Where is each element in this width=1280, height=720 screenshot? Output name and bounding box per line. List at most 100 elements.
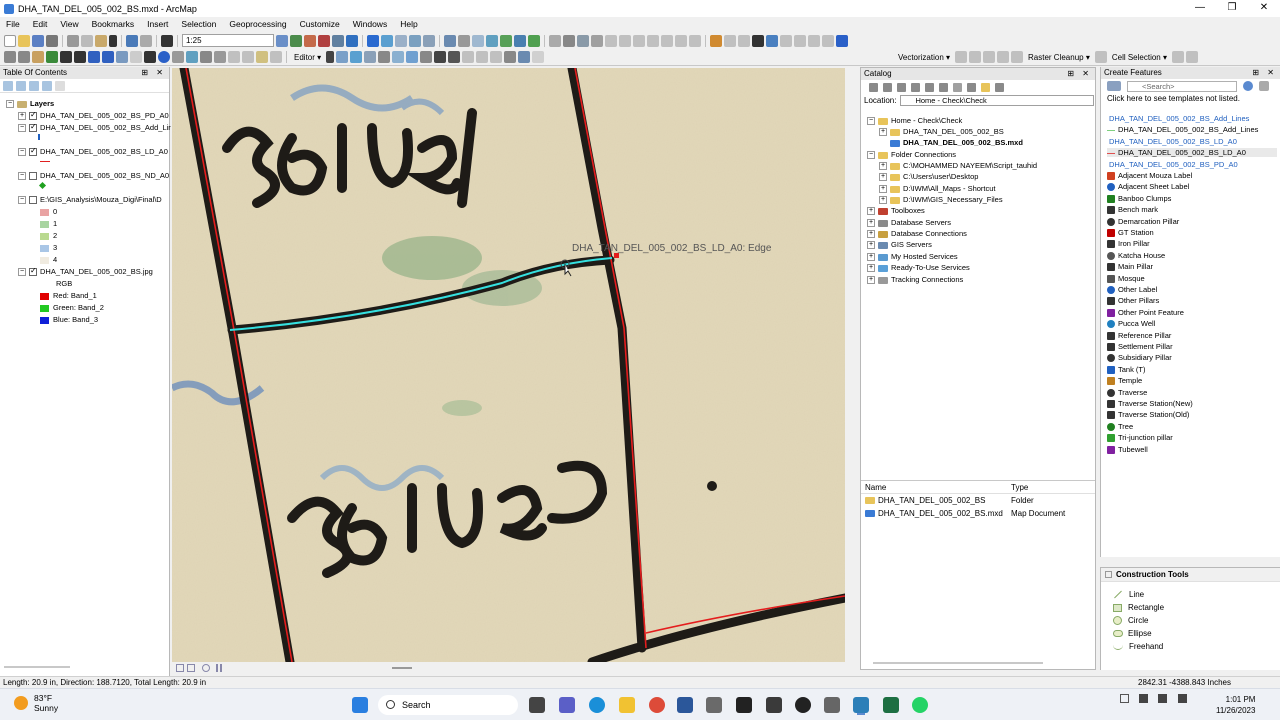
- template-item[interactable]: Tree: [1107, 422, 1133, 431]
- template-item[interactable]: Other Label: [1107, 285, 1157, 295]
- edge-icon[interactable]: [589, 697, 605, 713]
- layer-visibility-checkbox[interactable]: [29, 146, 37, 157]
- list-item[interactable]: DHA_TAN_DEL_005_002_BS Folder: [861, 494, 1095, 507]
- zoom-whole-page-icon[interactable]: [724, 34, 736, 47]
- fixed-zoom-in-icon[interactable]: [60, 51, 72, 63]
- buffer-icon[interactable]: [647, 34, 659, 47]
- tool-line[interactable]: Line: [1113, 590, 1144, 599]
- cell-selection-menu[interactable]: Cell Selection ▾: [1109, 53, 1170, 62]
- generate-features-icon[interactable]: [969, 51, 982, 63]
- vertex-icon[interactable]: [395, 34, 407, 47]
- close-button[interactable]: ✕: [1248, 0, 1280, 17]
- template-item[interactable]: Banboo Clumps: [1107, 194, 1171, 203]
- layer-visibility-checkbox[interactable]: [29, 122, 37, 133]
- menu-insert[interactable]: Insert: [147, 19, 168, 29]
- identify-icon[interactable]: [158, 51, 170, 63]
- tree-item-conn-3[interactable]: + D:\IWM\All_Maps - Shortcut: [879, 184, 996, 194]
- app-icon-3[interactable]: [824, 697, 840, 713]
- fixed-zoom-out-icon[interactable]: [74, 51, 86, 63]
- topology-icon[interactable]: [444, 34, 456, 47]
- undo-icon[interactable]: [126, 34, 138, 47]
- template-options-icon[interactable]: [1259, 81, 1269, 91]
- template-item[interactable]: Bench mark: [1107, 205, 1158, 215]
- template-item[interactable]: Subsidiary Pillar: [1107, 353, 1172, 363]
- network-icon[interactable]: [500, 34, 512, 47]
- export-map-icon[interactable]: [808, 34, 820, 47]
- layer-visibility-checkbox[interactable]: [29, 110, 37, 121]
- whatsapp-icon[interactable]: [912, 697, 928, 713]
- toc-scrollbar[interactable]: [4, 666, 70, 668]
- toc-window-icon[interactable]: [290, 34, 302, 47]
- template-item[interactable]: Adjacent Sheet Label: [1107, 182, 1189, 192]
- menu-selection[interactable]: Selection: [181, 19, 216, 29]
- minimize-button[interactable]: —: [1184, 0, 1216, 17]
- new-folder-icon[interactable]: [967, 82, 976, 92]
- tool-ellipse[interactable]: Ellipse: [1113, 629, 1152, 638]
- app-icon-1[interactable]: [736, 697, 752, 713]
- teams-icon[interactable]: [559, 697, 575, 713]
- raster-snapping-icon[interactable]: [1011, 51, 1024, 63]
- connect-folder-icon[interactable]: [925, 82, 934, 92]
- interactive-select-icon[interactable]: [1186, 51, 1198, 63]
- file-explorer-icon[interactable]: [619, 697, 635, 713]
- focus-data-frame-icon[interactable]: [780, 34, 792, 47]
- pan-icon[interactable]: [32, 51, 44, 63]
- up-level-icon[interactable]: [897, 82, 906, 92]
- hyperlink-icon[interactable]: [228, 51, 240, 63]
- print-icon[interactable]: [46, 34, 58, 47]
- union-icon[interactable]: [661, 34, 673, 47]
- back-arrow-icon[interactable]: [869, 82, 878, 92]
- copy-parallel-icon[interactable]: [514, 34, 526, 47]
- layout-view-icon[interactable]: [187, 664, 195, 672]
- templates-not-listed-link[interactable]: Click here to see templates not listed.: [1101, 93, 1280, 105]
- refresh-view-icon[interactable]: [202, 664, 210, 672]
- select-connected-cells-icon[interactable]: [1172, 51, 1184, 63]
- search-icon[interactable]: [1243, 81, 1253, 91]
- georef-icon[interactable]: [367, 34, 379, 47]
- editor-toolbar-icon[interactable]: [276, 34, 288, 47]
- end-point-arc-icon[interactable]: [364, 51, 377, 63]
- menu-bookmarks[interactable]: Bookmarks: [92, 19, 135, 29]
- arcmap-taskbar-icon[interactable]: [853, 697, 869, 713]
- list-by-visibility-icon[interactable]: [29, 80, 39, 91]
- template-item[interactable]: Adjacent Mouza Label: [1107, 171, 1192, 181]
- weather-widget[interactable]: 83°F Sunny: [14, 693, 58, 713]
- catalog-panel-controls[interactable]: ⊞ ✕: [1067, 68, 1095, 80]
- viewer-window-icon[interactable]: [270, 51, 282, 63]
- measure-icon[interactable]: [458, 34, 470, 47]
- toc-options-icon[interactable]: [55, 80, 65, 91]
- volume-icon[interactable]: [1158, 694, 1168, 703]
- smooth-icon[interactable]: [633, 34, 645, 47]
- endpoint-icon[interactable]: [423, 34, 435, 47]
- html-popup-icon[interactable]: [242, 51, 254, 63]
- layers-root[interactable]: − Layers: [6, 99, 54, 109]
- redo-icon[interactable]: [140, 34, 152, 47]
- python-window-icon[interactable]: [346, 34, 358, 47]
- template-item[interactable]: GT Station: [1107, 228, 1154, 238]
- refresh-icon[interactable]: [995, 82, 1004, 92]
- clip-icon[interactable]: [689, 34, 701, 47]
- template-item[interactable]: Mosque: [1107, 274, 1145, 283]
- tree-item-tracking[interactable]: + Tracking Connections: [867, 275, 963, 285]
- vectorization-trace-icon[interactable]: [997, 51, 1010, 63]
- full-extent-icon[interactable]: [46, 51, 58, 63]
- tree-item-db-connections[interactable]: + Database Connections: [867, 229, 967, 239]
- trim-icon[interactable]: [605, 34, 617, 47]
- organize-templates-icon[interactable]: [1107, 81, 1121, 91]
- trace-tool-icon[interactable]: [378, 51, 391, 63]
- template-item[interactable]: Traverse Station(New): [1107, 399, 1193, 409]
- raster-cleanup-menu[interactable]: Raster Cleanup ▾: [1025, 53, 1093, 62]
- menu-edit[interactable]: Edit: [33, 19, 48, 29]
- template-item[interactable]: Demarcation Pillar: [1107, 217, 1179, 226]
- raster-painting-icon[interactable]: [1094, 51, 1107, 63]
- copy-icon[interactable]: [81, 34, 93, 47]
- new-document-icon[interactable]: [4, 34, 16, 47]
- maximize-button[interactable]: ❐: [1216, 0, 1248, 17]
- zoom-in-icon[interactable]: [4, 51, 16, 63]
- menu-windows[interactable]: Windows: [353, 19, 387, 29]
- edit-tool-icon[interactable]: [326, 51, 335, 63]
- extend-icon[interactable]: [591, 34, 603, 47]
- route-icon[interactable]: [186, 51, 198, 63]
- menu-file[interactable]: File: [6, 19, 20, 29]
- layer-row-ld[interactable]: −DHA_TAN_DEL_005_002_BS_LD_A0: [18, 146, 168, 157]
